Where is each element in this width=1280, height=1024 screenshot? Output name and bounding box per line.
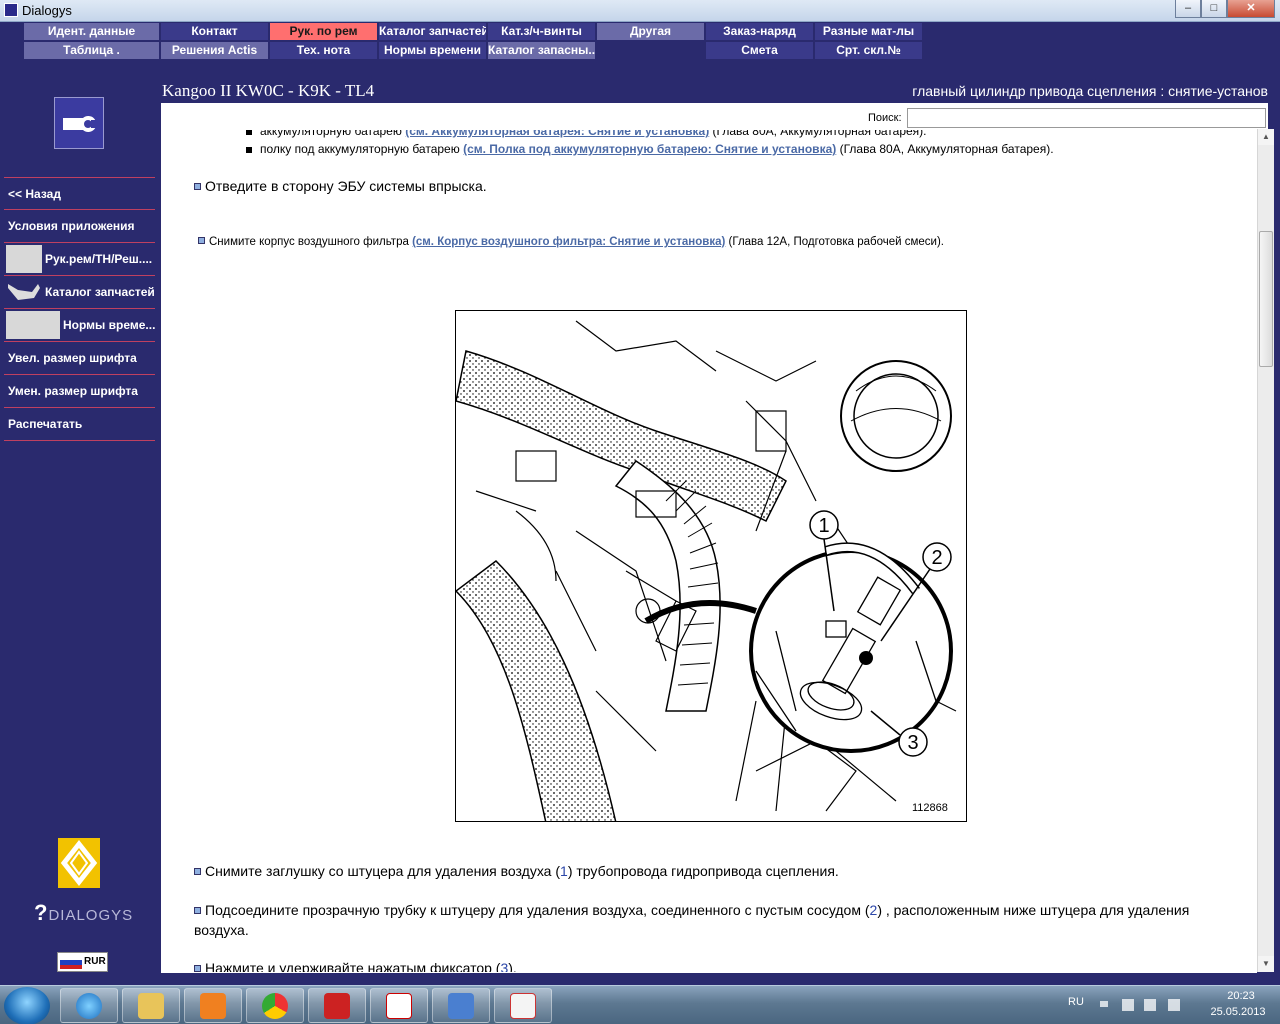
procedure-title: главный цилиндр привода сцепления : снят… [912, 83, 1268, 99]
menu-warehouse-number[interactable]: Срт. скл.№ [815, 42, 922, 59]
clock-time[interactable]: 20:23 [1214, 990, 1268, 1002]
manual-thumbnail-icon [6, 245, 42, 273]
sidebar-conditions[interactable]: Условия приложения [4, 210, 155, 243]
air-filter-link[interactable]: (см. Корпус воздушного фильтра: Снятие и… [412, 236, 725, 248]
sidebar-back[interactable]: << Назад [4, 177, 155, 210]
kaspersky-icon[interactable] [308, 988, 366, 1023]
menu-table[interactable]: Таблица . [24, 42, 159, 59]
menu-contact[interactable]: Контакт [161, 23, 268, 40]
flag-icon[interactable] [1144, 999, 1156, 1011]
step-connect-tube: Подсоедините прозрачную трубку к штуцеру… [194, 902, 1190, 938]
system-tray: RU 20:23 25.05.2013 [1050, 986, 1280, 1024]
battery-shelf-link[interactable]: (см. Полка под аккумуляторную батарею: С… [463, 142, 836, 156]
search-input[interactable] [907, 108, 1266, 128]
list-item: полку под аккумуляторную батарею (см. По… [246, 142, 1054, 156]
dialogys-logo: ?DIALOGYS [34, 900, 134, 925]
menu-work-order[interactable]: Заказ-наряд [706, 23, 813, 40]
speaker-app-icon[interactable] [432, 988, 490, 1023]
renault-logo [58, 838, 100, 888]
callout-label: 1 [818, 515, 829, 537]
menu-misc-materials[interactable]: Разные мат-лы [815, 23, 922, 40]
menu-parts-screws[interactable]: Кат.з/ч-винты [488, 23, 595, 40]
java-icon[interactable] [494, 988, 552, 1023]
volume-icon[interactable] [1168, 999, 1180, 1011]
wrench-icon [54, 97, 104, 149]
parts-wrench-icon [6, 278, 42, 306]
technical-illustration: 1 2 3 112868 [455, 310, 967, 822]
menu-parts-catalog[interactable]: Каталог запчастей [379, 23, 486, 40]
sidebar-font-increase[interactable]: Увел. размер шрифта [4, 342, 155, 375]
figure-code: 112868 [912, 802, 948, 814]
ie-icon[interactable] [60, 988, 118, 1023]
window-title: Dialogys [22, 3, 72, 18]
sidebar-font-decrease[interactable]: Умен. размер шрифта [4, 375, 155, 408]
step-ecu: Отведите в сторону ЭБУ системы впрыска. [194, 176, 487, 196]
bullet-icon [198, 237, 205, 244]
clock-date[interactable]: 25.05.2013 [1198, 1006, 1278, 1018]
sidebar-item-label: Нормы време... [63, 318, 155, 332]
start-button[interactable] [4, 987, 50, 1024]
callout-label: 3 [907, 732, 918, 754]
callout-label: 2 [931, 547, 942, 569]
sidebar-time-norms[interactable]: Нормы време... [4, 309, 155, 342]
step-remove-cap: Снимите заглушку со штуцера для удаления… [194, 861, 839, 881]
close-button[interactable]: ✕ [1227, 0, 1275, 18]
menu-other[interactable]: Другая [597, 23, 704, 40]
language-indicator[interactable]: RU [1068, 996, 1084, 1008]
menu-spare-catalog[interactable]: Каталог запасны... [488, 42, 595, 59]
menu-repair-manual[interactable]: Рук. по рем [270, 23, 377, 40]
scroll-down-icon[interactable]: ▼ [1258, 956, 1274, 972]
taskbar: RU 20:23 25.05.2013 [0, 985, 1280, 1024]
sidebar-parts-catalog[interactable]: Каталог запчастей [4, 276, 155, 309]
currency-selector[interactable]: RUR [57, 952, 108, 972]
bullet-icon [194, 965, 201, 972]
currency-label: RUR [84, 956, 106, 967]
menu-time-norms[interactable]: Нормы времени [379, 42, 486, 59]
show-hidden-icon[interactable] [1100, 1001, 1108, 1007]
vehicle-title: Kangoo II KW0C - K9K - TL4 [162, 81, 375, 100]
menu-tech-note[interactable]: Тех. нота [270, 42, 377, 59]
bullet-icon [194, 183, 201, 190]
russia-flag-icon [60, 956, 82, 969]
scroll-thumb[interactable] [1259, 231, 1273, 367]
sidebar-repair-manual[interactable]: Рук.рем/ТН/Реш.... [4, 243, 155, 276]
bullet-icon [194, 907, 201, 914]
sidebar-item-label: Каталог запчастей [45, 285, 155, 299]
menu-actis-solutions[interactable]: Решения Actis [161, 42, 268, 59]
explorer-icon[interactable] [122, 988, 180, 1023]
scroll-up-icon[interactable]: ▲ [1258, 129, 1274, 145]
clock-gauge-icon [6, 311, 60, 339]
sidebar-print[interactable]: Распечатать [4, 408, 155, 441]
app-icon [4, 3, 18, 17]
minimize-button[interactable]: – [1175, 0, 1201, 18]
window-titlebar: Dialogys – □ ✕ [0, 0, 1280, 22]
step-press-lock: Нажмите и удерживайте нажатым фиксатор (… [194, 958, 517, 972]
maximize-button[interactable]: □ [1201, 0, 1227, 18]
yandex-icon[interactable] [370, 988, 428, 1023]
step-air-filter: Снимите корпус воздушного фильтра (см. К… [198, 236, 944, 248]
menu-estimate[interactable]: Смета [706, 42, 813, 59]
network-icon[interactable] [1122, 999, 1134, 1011]
menu-ident-data[interactable]: Идент. данные [24, 23, 159, 40]
chrome-icon[interactable] [246, 988, 304, 1023]
sidebar-item-label: Рук.рем/ТН/Реш.... [45, 252, 153, 266]
bullet-icon [194, 868, 201, 875]
search-label: Поиск: [868, 112, 902, 124]
media-player-icon[interactable] [184, 988, 242, 1023]
vertical-scrollbar[interactable]: ▲ ▼ [1257, 129, 1274, 972]
